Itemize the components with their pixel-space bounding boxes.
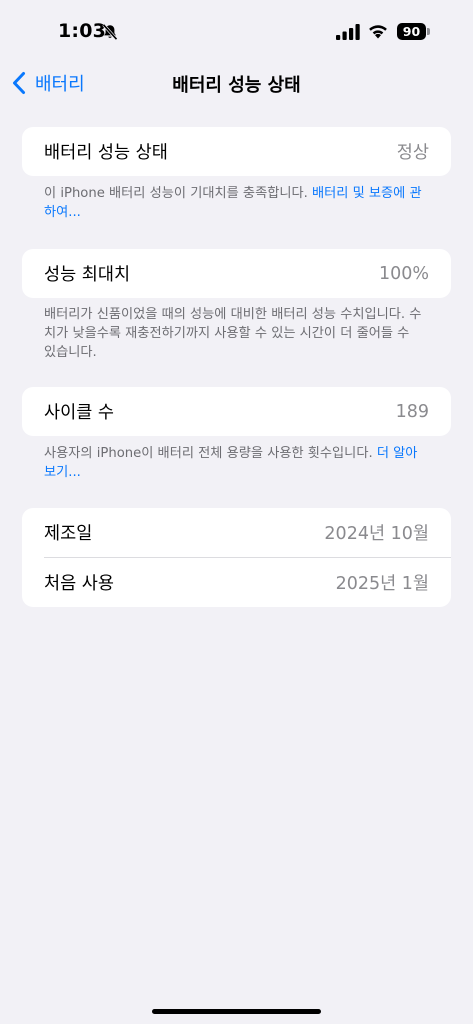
battery-health-row: 배터리 성능 상태 정상 (22, 127, 451, 176)
first-use-label: 처음 사용 (44, 574, 114, 594)
cycle-count-row: 사이클 수 189 (22, 387, 451, 436)
bell-slash-icon (102, 23, 118, 41)
home-indicator[interactable] (152, 1009, 321, 1014)
status-bar: 1:03 90 (0, 0, 473, 60)
maximum-capacity-value: 100% (378, 263, 429, 284)
battery-dates-card: 제조일 2024년 10월 처음 사용 2025년 1월 (22, 508, 451, 607)
cycle-count-footnote: 사용자의 iPhone이 배터리 전체 용량을 사용한 횟수입니다. 더 알아보… (44, 444, 424, 482)
maximum-capacity-label: 성능 최대치 (44, 265, 131, 285)
battery-icon: 90 (397, 23, 431, 40)
battery-health-card: 배터리 성능 상태 정상 (22, 127, 451, 176)
manufacture-date-row: 제조일 2024년 10월 (22, 508, 451, 557)
wifi-icon (369, 25, 387, 39)
status-time: 1:03 (58, 20, 107, 42)
page-title: 배터리 성능 상태 (172, 75, 301, 96)
manufacture-date-label: 제조일 (44, 524, 93, 544)
maximum-capacity-footnote: 배터리가 신품이었을 때의 성능에 대비한 배터리 성능 수치입니다. 수치가 … (44, 307, 422, 360)
first-use-row: 처음 사용 2025년 1월 (22, 558, 451, 607)
first-use-value: 2025년 1월 (335, 574, 429, 594)
maximum-capacity-card: 성능 최대치 100% (22, 249, 451, 298)
battery-health-footnote: 이 iPhone 배터리 성능이 기대치를 충족합니다. 배터리 및 보증에 관… (44, 184, 424, 222)
nav-bar: 배터리 배터리 성능 상태 (0, 60, 473, 106)
battery-level: 90 (397, 23, 426, 40)
manufacture-date-value: 2024년 10월 (324, 524, 429, 544)
cycle-count-value: 189 (395, 401, 429, 422)
battery-health-value: 정상 (396, 143, 429, 163)
cycle-count-footnote-text: 사용자의 iPhone이 배터리 전체 용량을 사용한 횟수입니다. (44, 446, 377, 461)
cycle-count-label: 사이클 수 (44, 403, 114, 423)
battery-health-footnote-text: 이 iPhone 배터리 성능이 기대치를 충족합니다. (44, 186, 312, 201)
cellular-signal-icon (336, 24, 360, 40)
cycle-count-card: 사이클 수 189 (22, 387, 451, 436)
battery-health-label: 배터리 성능 상태 (44, 143, 168, 163)
maximum-capacity-row: 성능 최대치 100% (22, 249, 451, 298)
